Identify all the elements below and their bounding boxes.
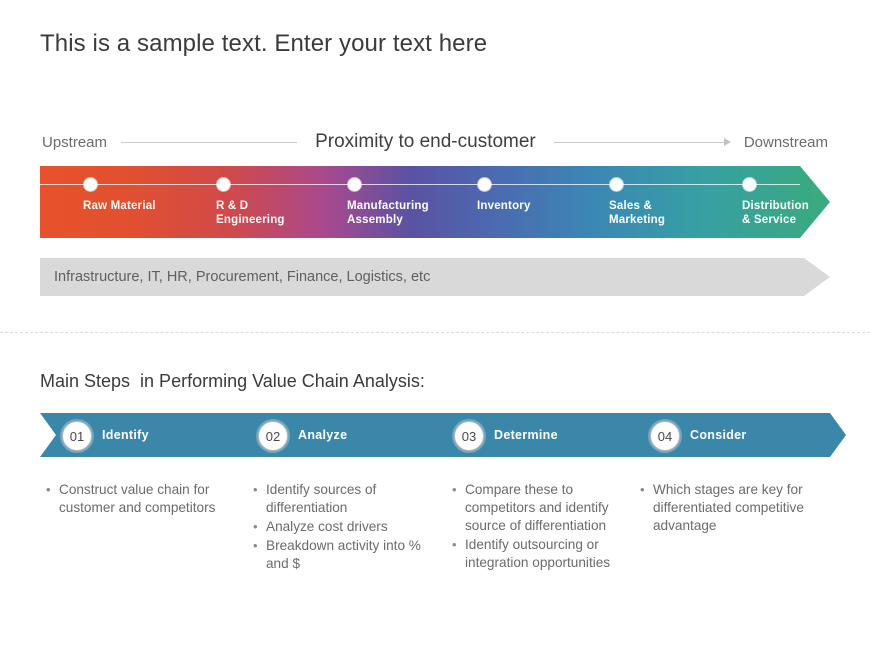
- value-chain-arrow: Raw Material R & D Engineering Manufacturin…: [40, 166, 830, 238]
- downstream-arrow-line-icon: [553, 138, 731, 146]
- proximity-center-label: Proximity to end-customer: [315, 131, 536, 152]
- bullet-dot-icon: •: [253, 519, 258, 534]
- section-heading: Main Steps in Performing Value Chain Ana…: [40, 371, 425, 391]
- steps-bullet-columns: • Construct value chain for customer and …: [40, 481, 840, 631]
- bullet-dot-icon: •: [253, 538, 258, 553]
- step-chevron[interactable]: 02 Analyze: [236, 413, 454, 457]
- step-number-badge: 02: [258, 421, 288, 451]
- bullet-text: Which stages are key for differentiated …: [653, 482, 804, 533]
- bullet-text: Breakdown activity into % and $: [266, 538, 421, 571]
- step-chevron[interactable]: 03 Determine: [432, 413, 650, 457]
- bullet-text: Compare these to competitors and identif…: [465, 482, 609, 533]
- bullet-dot-icon: •: [46, 482, 51, 497]
- step-number-badge: 03: [454, 421, 484, 451]
- stage-label-line2: Engineering: [216, 214, 285, 226]
- step-label: Identify: [102, 428, 149, 442]
- bullet-text: Identify sources of differentiation: [266, 482, 377, 515]
- bullet-dot-icon: •: [253, 482, 258, 497]
- step-label: Consider: [690, 428, 747, 442]
- stage-label: Manufacturing Assembly: [347, 199, 429, 227]
- bullet-dot-icon: •: [452, 482, 457, 497]
- list-item: • Compare these to competitors and identi…: [452, 481, 642, 535]
- bullet-text: Identify outsourcing or integration oppo…: [465, 537, 611, 570]
- bullet-column: • Identify sources of differentiation • Ana…: [253, 481, 443, 574]
- bullet-column: • Which stages are key for differentiated…: [640, 481, 840, 536]
- list-item: • Construct value chain for customer and …: [46, 481, 226, 517]
- downstream-label: Downstream: [743, 133, 829, 151]
- bullet-dot-icon: •: [452, 537, 457, 552]
- step-label: Determine: [494, 428, 558, 442]
- section-divider: [0, 332, 870, 333]
- list-item: • Analyze cost drivers: [253, 518, 443, 536]
- stage-node-dot-icon: [610, 178, 623, 191]
- stage-label-line1: Sales &: [609, 200, 652, 212]
- step-number-badge: 01: [62, 421, 92, 451]
- stage-label: R & D Engineering: [216, 199, 285, 227]
- stage-label: Raw Material: [83, 199, 156, 213]
- stage-label-line2: Marketing: [609, 214, 666, 226]
- step-chevron[interactable]: 01 Identify: [40, 413, 258, 457]
- stage-label-line1: Distribution: [742, 200, 809, 212]
- upstream-connector-line: [121, 141, 298, 143]
- bullet-text: Analyze cost drivers: [266, 519, 388, 534]
- stage-node-dot-icon: [743, 178, 756, 191]
- step-label: Analyze: [298, 428, 348, 442]
- stage-label: Distribution & Service: [742, 199, 809, 227]
- stage-label-line1: Raw Material: [83, 200, 156, 212]
- steps-chevron-row: 01 Identify 02 Analyze 03 Determine 04 Consider: [40, 413, 830, 457]
- list-item: • Which stages are key for differentiated…: [640, 481, 840, 535]
- upstream-label: Upstream: [42, 133, 108, 151]
- support-activities-label: Infrastructure, IT, HR, Procurement, Fin…: [54, 269, 431, 285]
- list-item: • Identify sources of differentiation: [253, 481, 443, 517]
- proximity-header: Upstream Proximity to end-customer Downs…: [42, 129, 828, 155]
- list-item: • Identify outsourcing or integration opp…: [452, 536, 642, 572]
- stage-label-line1: R & D: [216, 200, 249, 212]
- bullet-column: • Compare these to competitors and identi…: [452, 481, 642, 573]
- step-number-badge: 04: [650, 421, 680, 451]
- stage-node-dot-icon: [84, 178, 97, 191]
- value-chain-node-list: Raw Material R & D Engineering Manufacturin…: [40, 166, 830, 238]
- bullet-column: • Construct value chain for customer and …: [46, 481, 226, 518]
- stage-label: Inventory: [477, 199, 531, 213]
- stage-label-line2: & Service: [742, 214, 797, 226]
- stage-node-dot-icon: [478, 178, 491, 191]
- stage-node-dot-icon: [217, 178, 230, 191]
- stage-node-dot-icon: [348, 178, 361, 191]
- step-chevron[interactable]: 04 Consider: [628, 413, 846, 457]
- page-title: This is a sample text. Enter your text h…: [40, 30, 488, 57]
- stage-label: Sales & Marketing: [609, 199, 665, 227]
- list-item: • Breakdown activity into % and $: [253, 537, 443, 573]
- stage-label-line1: Manufacturing: [347, 200, 429, 212]
- stage-label-line2: Assembly: [347, 214, 403, 226]
- bullet-dot-icon: •: [640, 482, 645, 497]
- stage-label-line1: Inventory: [477, 200, 531, 212]
- bullet-text: Construct value chain for customer and c…: [59, 482, 216, 515]
